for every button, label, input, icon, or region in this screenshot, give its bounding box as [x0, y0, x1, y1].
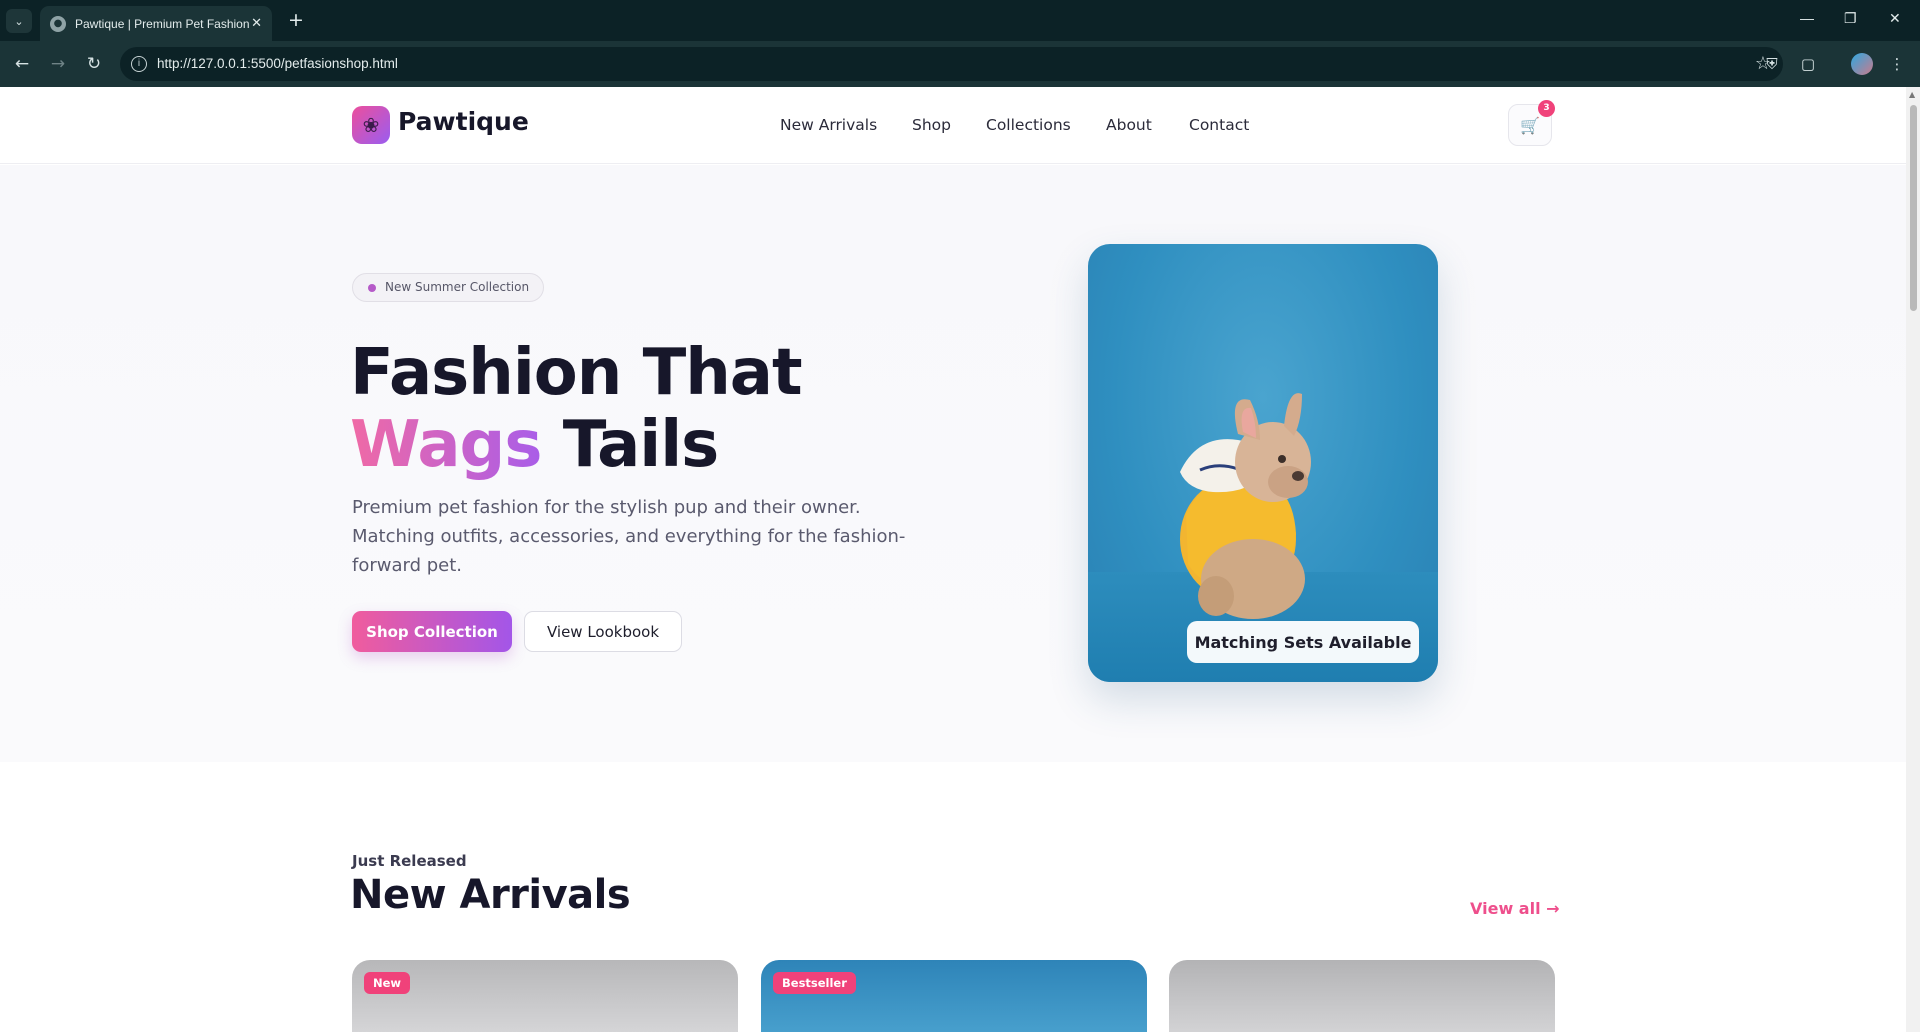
tab-search-icon[interactable]: ⌄	[6, 9, 32, 33]
nav-link-collections[interactable]: Collections	[986, 116, 1071, 134]
browser-menu-icon[interactable]: ⋮	[1887, 54, 1907, 74]
hero-subtitle: Premium pet fashion for the stylish pup …	[352, 497, 906, 576]
french-bulldog-illustration	[1180, 393, 1311, 619]
minimize-icon[interactable]: —	[1800, 10, 1814, 26]
product-card[interactable]: Bestseller	[761, 960, 1147, 1032]
nav-link-shop[interactable]: Shop	[912, 116, 951, 134]
hero-headline: Fashion That Wags Tails	[350, 336, 803, 481]
extensions-puzzle-icon[interactable]: ▢	[1798, 54, 1818, 74]
window-close-icon[interactable]: ✕	[1889, 10, 1901, 27]
browser-toolbar: ← → ↻ i http://127.0.0.1:5500/petfasions…	[0, 41, 1920, 87]
scroll-up-icon[interactable]: ▲	[1909, 90, 1915, 99]
matching-sets-caption: Matching Sets Available	[1187, 621, 1419, 663]
hero-section	[0, 165, 1906, 762]
shield-extension-icon[interactable]: ⛨	[1762, 54, 1782, 74]
profile-avatar[interactable]	[1851, 53, 1873, 75]
site-header: ❀ Pawtique New Arrivals Shop Collections…	[0, 87, 1906, 164]
page-viewport: ❀ Pawtique New Arrivals Shop Collections…	[0, 87, 1906, 1032]
cart-count-badge: 3	[1538, 100, 1555, 117]
browser-tab-bar: ⌄ ● Pawtique | Premium Pet Fashion ✕ + —…	[0, 0, 1920, 41]
product-card[interactable]	[1169, 960, 1555, 1032]
product-label-new: New	[364, 972, 411, 994]
site-info-icon[interactable]: i	[131, 56, 147, 72]
nav-link-contact[interactable]: Contact	[1189, 116, 1249, 134]
page-scrollbar[interactable]: ▲	[1906, 87, 1920, 1032]
product-label-bestseller: Bestseller	[773, 972, 856, 994]
badge-dot-icon	[368, 284, 376, 292]
shop-collection-button[interactable]: Shop Collection	[352, 611, 512, 652]
section-title: New Arrivals	[350, 872, 631, 918]
nav-link-new-arrivals[interactable]: New Arrivals	[780, 116, 877, 134]
hero-headline-line1: Fashion That	[350, 336, 803, 410]
hero-image-card: Matching Sets Available	[1088, 244, 1438, 682]
paw-logo-icon[interactable]: ❀	[352, 106, 390, 144]
section-kicker: Just Released	[352, 852, 467, 870]
hero-headline-accent: Wags	[350, 408, 542, 482]
hero-headline-line2: Wags Tails	[350, 409, 802, 481]
new-tab-icon[interactable]: +	[284, 9, 308, 33]
address-bar[interactable]: i http://127.0.0.1:5500/petfasionshop.ht…	[120, 47, 1783, 81]
reload-icon[interactable]: ↻	[83, 53, 105, 75]
view-all-link[interactable]: View all →	[1470, 899, 1560, 918]
tab-title: Pawtique | Premium Pet Fashion	[75, 16, 250, 31]
browser-tab[interactable]: ● Pawtique | Premium Pet Fashion ✕	[40, 6, 272, 41]
collection-badge: New Summer Collection	[352, 273, 545, 302]
forward-icon[interactable]: →	[47, 53, 69, 75]
globe-icon: ●	[50, 15, 66, 32]
collection-badge-text: New Summer Collection	[385, 280, 530, 294]
scrollbar-thumb[interactable]	[1910, 105, 1917, 311]
brand-logo-text[interactable]: Pawtique	[398, 107, 529, 136]
close-tab-icon[interactable]: ✕	[251, 16, 262, 31]
view-lookbook-button[interactable]: View Lookbook	[524, 611, 682, 652]
back-icon[interactable]: ←	[11, 53, 33, 75]
cart-icon: 🛒	[1520, 115, 1540, 135]
url-text[interactable]: http://127.0.0.1:5500/petfasionshop.html	[157, 56, 398, 71]
product-card[interactable]: New	[352, 960, 738, 1032]
restore-icon[interactable]: ❐	[1844, 10, 1857, 27]
nav-link-about[interactable]: About	[1106, 116, 1152, 134]
hero-headline-rest: Tails	[562, 408, 720, 482]
